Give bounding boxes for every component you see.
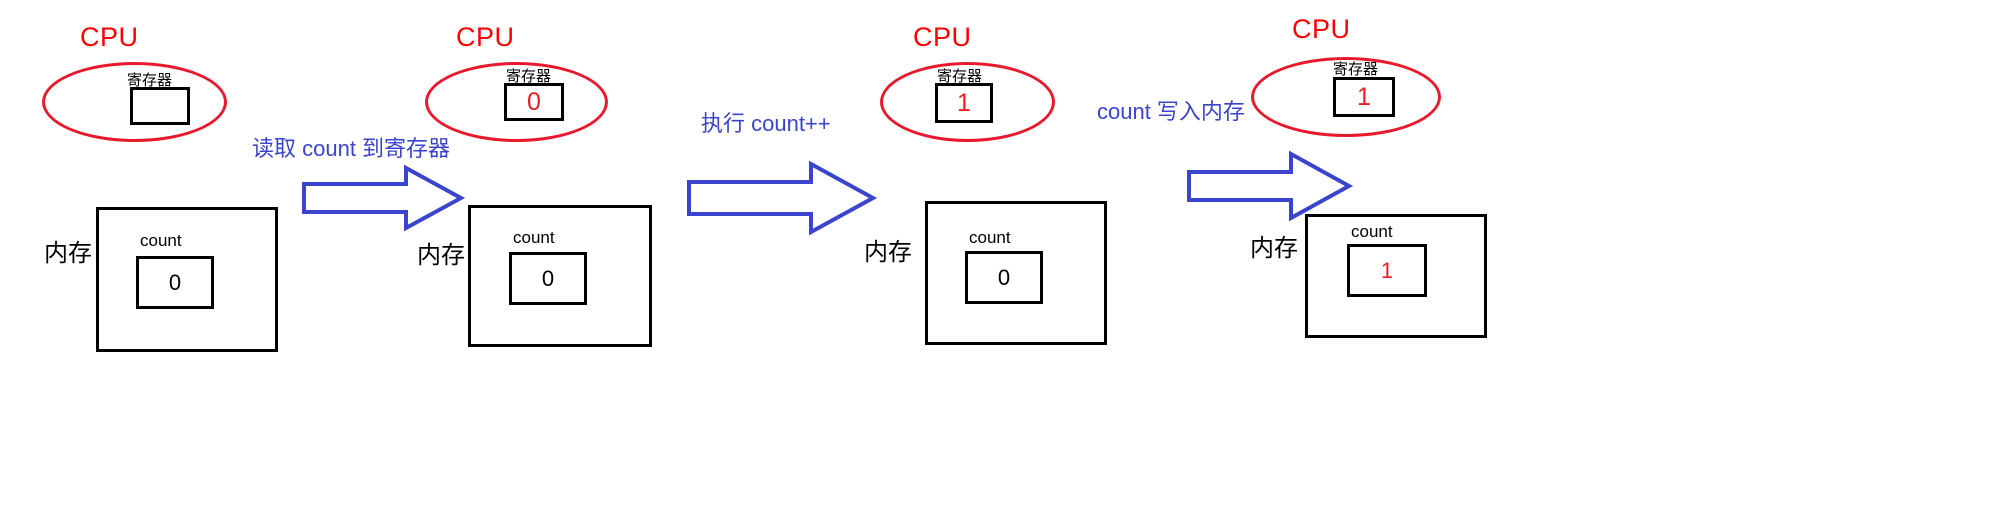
memory-cell-label: count (969, 228, 1011, 247)
stage-4: CPU 寄存器 1 内存 count 1 (1250, 0, 1590, 507)
memory-cell-label: count (1351, 222, 1393, 241)
diagram-canvas: CPU 寄存器 内存 count 0 读取 count 到寄存器 CPU 寄存器… (0, 0, 1999, 507)
stage-1: CPU 寄存器 内存 count 0 (0, 0, 300, 507)
transition-arrow (685, 160, 878, 236)
register-box: 1 (1333, 77, 1395, 117)
register-box (130, 87, 190, 125)
memory-cell-box: 0 (965, 251, 1043, 304)
memory-cell-box: 0 (509, 252, 587, 305)
memory-cell-value: 0 (168, 269, 182, 295)
arrow-shape (687, 160, 878, 236)
memory-label: 内存 (1250, 235, 1298, 262)
memory-cell-label: count (513, 228, 555, 247)
memory-cell-box: 1 (1347, 244, 1427, 297)
memory-cell-value: 1 (1380, 257, 1394, 283)
memory-label: 内存 (44, 240, 92, 267)
cpu-label: CPU (80, 22, 139, 52)
register-label: 寄存器 (1333, 61, 1379, 78)
cpu-label: CPU (456, 22, 515, 52)
memory-cell-value: 0 (541, 265, 555, 291)
stage-3: CPU 寄存器 1 内存 count 0 (864, 0, 1180, 507)
memory-cell-value: 0 (997, 264, 1011, 290)
memory-label: 内存 (417, 242, 465, 269)
cpu-label: CPU (1292, 14, 1351, 44)
register-box: 1 (935, 83, 993, 123)
memory-cell-label: count (140, 231, 182, 250)
memory-label: 内存 (864, 239, 912, 266)
register-value: 1 (1357, 82, 1371, 111)
stage-2: CPU 寄存器 0 内存 count 0 (417, 0, 720, 507)
cpu-label: CPU (913, 22, 972, 52)
register-box: 0 (504, 83, 564, 121)
memory-cell-box: 0 (136, 256, 214, 309)
register-value: 1 (957, 88, 971, 117)
transition-label: count 写入内存 (1097, 99, 1245, 124)
transition-label: 执行 count++ (701, 111, 831, 136)
register-value: 0 (527, 87, 541, 116)
